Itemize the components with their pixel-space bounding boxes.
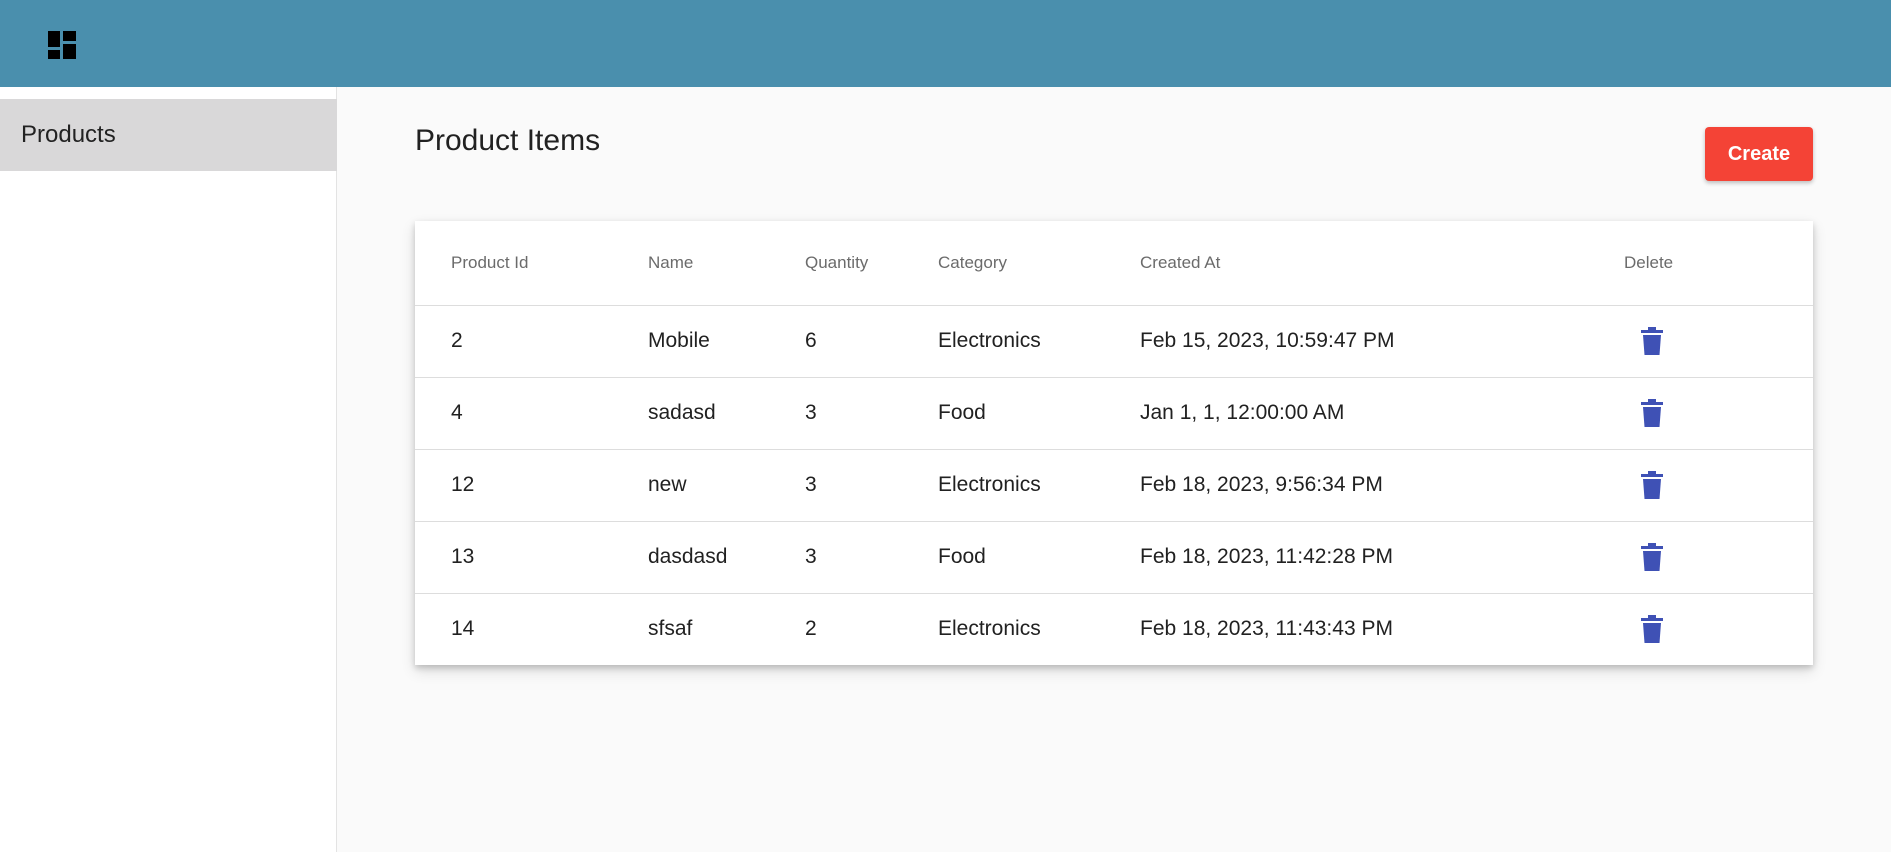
cell-created-at: Feb 18, 2023, 11:43:43 PM [1140,617,1393,641]
column-header-name: Name [648,221,805,306]
cell-category: Food [938,377,1140,450]
cell-product-id: 14 [451,617,475,641]
column-header-delete: Delete [1624,221,1813,306]
page-title: Product Items [415,124,601,157]
cell-category: Electronics [938,449,1140,522]
cell-category: Electronics [938,617,1041,641]
table-row: 12 new 3 Electronics Feb 18, 2023, 9:56:… [415,449,1813,522]
cell-quantity: 3 [805,449,938,522]
column-header-category: Category [938,221,1140,306]
cell-quantity: 6 [805,305,938,378]
products-table: Product Id Name Quantity Category Create… [415,221,1813,665]
cell-created-at: Jan 1, 1, 12:00:00 AM [1140,377,1624,450]
cell-created-at: Feb 15, 2023, 10:59:47 PM [1140,305,1624,378]
cell-created-at: Feb 18, 2023, 9:56:34 PM [1140,449,1624,522]
cell-name: Mobile [648,305,805,378]
sidebar-item-products[interactable]: Products [0,99,337,171]
sidebar-item-label: Products [21,121,116,148]
cell-created-at: Feb 18, 2023, 11:42:28 PM [1140,521,1624,594]
table-row: 14 sfsaf 2 Electronics Feb 18, 2023, 11:… [415,593,1813,665]
top-app-bar [0,0,1891,87]
products-table-card: Product Id Name Quantity Category Create… [415,221,1813,665]
cell-product-id: 13 [415,521,648,594]
cell-name: new [648,449,805,522]
cell-delete [1624,521,1813,594]
column-header-created-at: Created At [1140,221,1624,306]
table-row: 4 sadasd 3 Food Jan 1, 1, 12:00:00 AM [415,377,1813,450]
cell-quantity: 3 [805,377,938,450]
cell-delete [1624,449,1813,522]
cell-delete [1624,305,1813,378]
column-header-quantity: Quantity [805,221,938,306]
table-row: 13 dasdasd 3 Food Feb 18, 2023, 11:42:28… [415,521,1813,594]
trash-icon[interactable] [1641,327,1663,355]
cell-quantity: 2 [805,617,817,641]
trash-icon[interactable] [1641,543,1663,571]
cell-product-id: 4 [415,377,648,450]
create-button[interactable]: Create [1705,127,1813,181]
main-content: Product Items Create Product Id Name Qua… [338,87,1891,852]
trash-icon[interactable] [1641,399,1663,427]
cell-name: dasdasd [648,521,805,594]
cell-delete [1624,593,1813,665]
cell-quantity: 3 [805,521,938,594]
trash-icon[interactable] [1641,615,1663,644]
cell-name: sadasd [648,377,805,450]
table-row: 2 Mobile 6 Electronics Feb 15, 2023, 10:… [415,305,1813,378]
dashboard-icon[interactable] [48,31,76,59]
cell-category: Food [938,521,1140,594]
cell-product-id: 12 [415,449,648,522]
cell-category: Electronics [938,305,1140,378]
trash-icon[interactable] [1641,471,1663,499]
cell-product-id: 2 [415,305,648,378]
cell-delete [1624,377,1813,450]
table-header-row: Product Id Name Quantity Category Create… [415,221,1813,306]
cell-name: sfsaf [648,617,693,641]
sidebar: Products [0,87,337,852]
column-header-product-id: Product Id [415,221,648,306]
